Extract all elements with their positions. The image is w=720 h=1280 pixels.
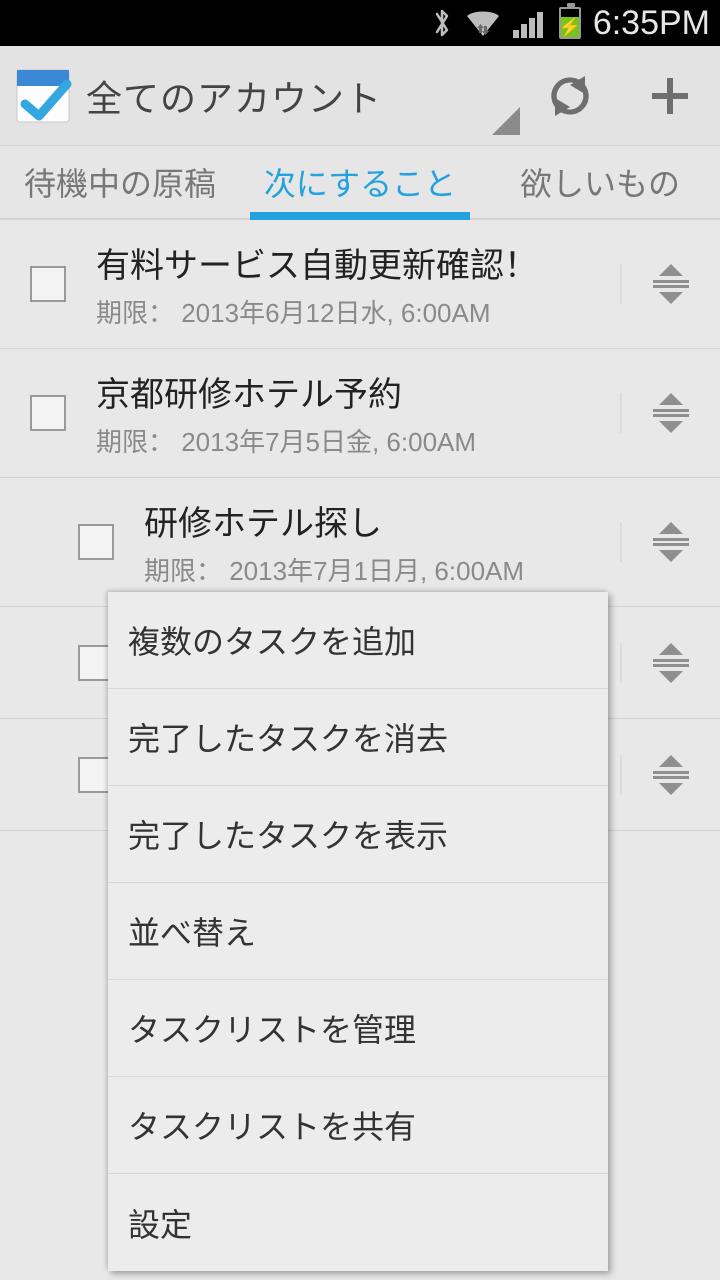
tab-label: 待機中の原稿: [24, 159, 216, 205]
battery-charging-icon: ⚡: [559, 18, 581, 36]
menu-item-label: 設定: [128, 1200, 192, 1246]
status-time: 6:35PM: [593, 4, 710, 43]
add-button[interactable]: [620, 46, 720, 146]
menu-item-label: タスクリストを管理: [128, 1005, 416, 1051]
menu-item-label: タスクリストを共有: [128, 1102, 416, 1148]
task-checkbox[interactable]: [30, 395, 66, 431]
task-checkbox[interactable]: [78, 524, 114, 560]
menu-share-list[interactable]: タスクリストを共有: [108, 1077, 608, 1174]
tab-label: 次にすること: [264, 159, 456, 205]
task-due: 期限： 2013年7月1日月, 6:00AM: [144, 551, 620, 588]
drag-handle[interactable]: [620, 393, 720, 433]
status-bar: ⚡ 6:35PM: [0, 0, 720, 46]
app-icon[interactable]: [0, 46, 86, 146]
menu-item-label: 完了したタスクを消去: [128, 714, 448, 760]
menu-manage-lists[interactable]: タスクリストを管理: [108, 980, 608, 1077]
battery-icon: ⚡: [559, 7, 581, 39]
task-title: 有料サービス自動更新確認！: [96, 238, 620, 287]
task-checkbox[interactable]: [30, 266, 66, 302]
tab-next[interactable]: 次にすること: [240, 146, 480, 218]
refresh-button[interactable]: [520, 46, 620, 146]
task-due: 期限： 2013年6月12日水, 6:00AM: [96, 293, 620, 330]
task-title: 京都研修ホテル予約: [96, 367, 620, 416]
menu-clear-completed[interactable]: 完了したタスクを消去: [108, 689, 608, 786]
menu-item-label: 完了したタスクを表示: [128, 811, 448, 857]
tabs: 待機中の原稿 次にすること 欲しいもの: [0, 146, 720, 220]
task-row[interactable]: 京都研修ホテル予約 期限： 2013年7月5日金, 6:00AM: [0, 349, 720, 478]
menu-sort[interactable]: 並べ替え: [108, 883, 608, 980]
overflow-menu: 複数のタスクを追加 完了したタスクを消去 完了したタスクを表示 並べ替え タスク…: [108, 592, 608, 1271]
menu-settings[interactable]: 設定: [108, 1174, 608, 1271]
task-row[interactable]: 有料サービス自動更新確認！ 期限： 2013年6月12日水, 6:00AM: [0, 220, 720, 349]
tab-wishlist[interactable]: 欲しいもの: [480, 146, 720, 218]
drag-handle[interactable]: [620, 522, 720, 562]
drag-handle[interactable]: [620, 755, 720, 795]
drag-handle[interactable]: [620, 264, 720, 304]
action-bar: 全てのアカウント: [0, 46, 720, 146]
drag-handle[interactable]: [620, 643, 720, 683]
task-title: 研修ホテル探し: [144, 496, 620, 545]
spinner-caret-icon[interactable]: [492, 107, 520, 135]
wifi-icon: [465, 8, 501, 38]
menu-add-multiple[interactable]: 複数のタスクを追加: [108, 592, 608, 689]
signal-icon: [513, 8, 547, 38]
menu-item-label: 複数のタスクを追加: [128, 617, 416, 663]
menu-item-label: 並べ替え: [128, 908, 256, 954]
tab-label: 欲しいもの: [520, 159, 680, 205]
task-row[interactable]: 研修ホテル探し 期限： 2013年7月1日月, 6:00AM: [0, 478, 720, 607]
tab-pending[interactable]: 待機中の原稿: [0, 146, 240, 218]
bluetooth-icon: [431, 6, 453, 40]
task-due: 期限： 2013年7月5日金, 6:00AM: [96, 422, 620, 459]
page-title[interactable]: 全てのアカウント: [86, 70, 492, 122]
menu-show-completed[interactable]: 完了したタスクを表示: [108, 786, 608, 883]
